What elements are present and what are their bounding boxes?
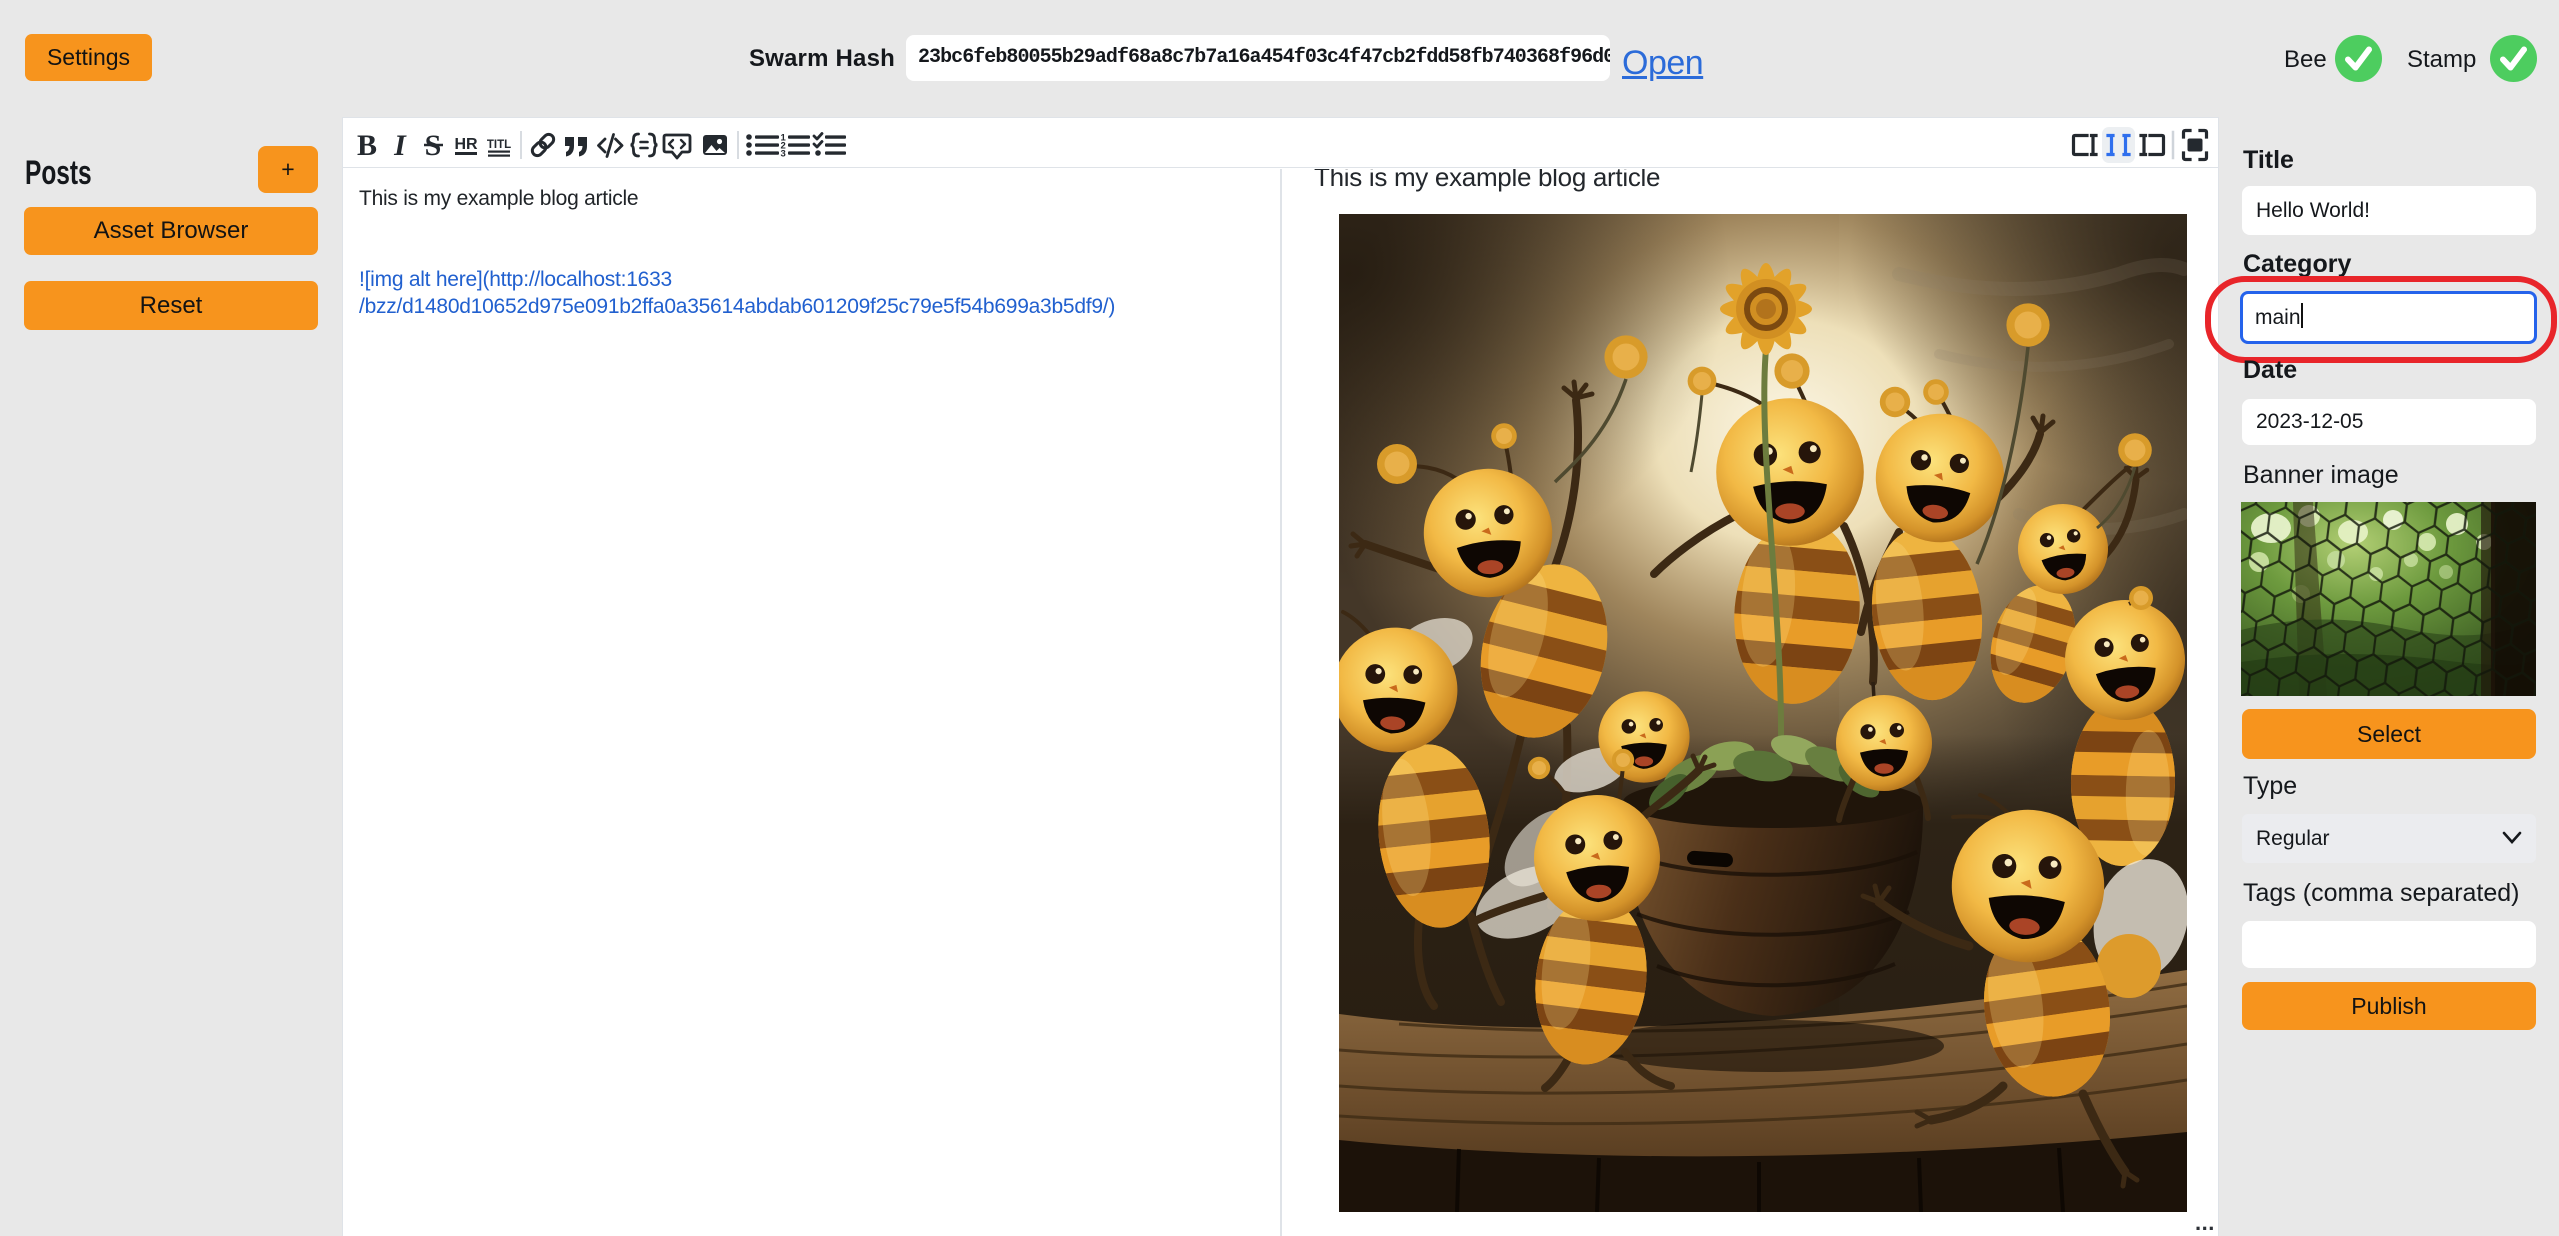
svg-text:3: 3 xyxy=(781,149,786,160)
svg-text:I: I xyxy=(393,129,407,162)
svg-text:TITL: TITL xyxy=(487,139,511,151)
svg-text:B: B xyxy=(357,129,377,162)
svg-text:HR: HR xyxy=(454,136,478,153)
